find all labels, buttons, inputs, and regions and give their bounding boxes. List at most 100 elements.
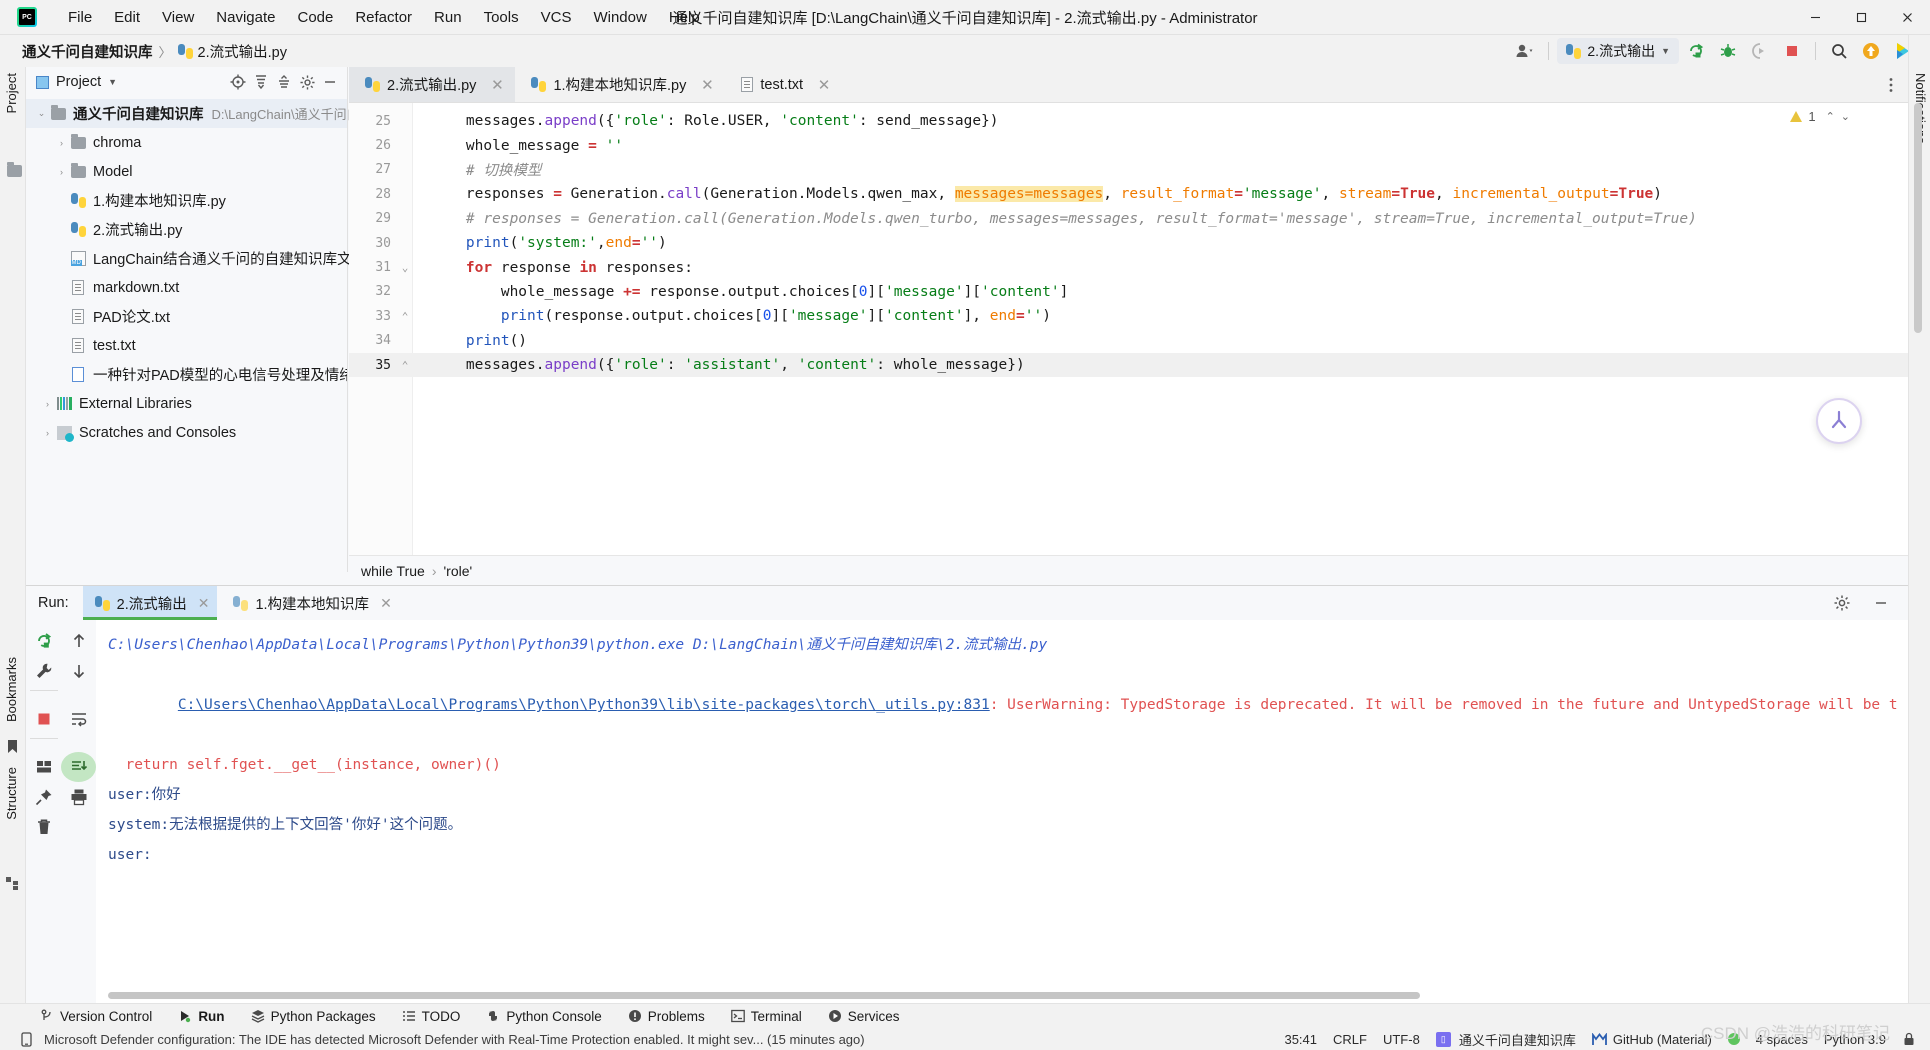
settings-wrench-icon[interactable] <box>26 656 61 686</box>
tree-node-langchain-md[interactable]: LangChain结合通义千问的自建知识库文档.md <box>26 244 390 273</box>
menu-vcs[interactable]: VCS <box>530 5 583 30</box>
chevron-down-icon[interactable]: ⌄ <box>1841 110 1850 123</box>
chevron-right-icon[interactable]: › <box>40 399 55 409</box>
close-icon[interactable]: ✕ <box>699 76 715 94</box>
bottombar-version-control[interactable]: Version Control <box>36 1007 156 1026</box>
print-icon[interactable] <box>61 782 96 812</box>
close-button[interactable] <box>1884 0 1930 35</box>
hide-panel-icon[interactable] <box>1863 588 1898 618</box>
run-tab-stream-output[interactable]: 2.流式输出 ✕ <box>82 586 218 620</box>
breadcrumb-project[interactable]: 通义千问自建知识库 <box>22 41 153 62</box>
layout-icon[interactable] <box>26 752 61 782</box>
editor-vertical-scrollbar[interactable] <box>1912 103 1924 572</box>
menu-view[interactable]: View <box>151 5 205 30</box>
chevron-right-icon[interactable]: › <box>54 167 69 177</box>
line-separator[interactable]: CRLF <box>1333 1032 1367 1047</box>
tree-node-test-txt[interactable]: test.txt <box>26 331 347 360</box>
notification-icon[interactable] <box>20 1031 34 1047</box>
maximize-button[interactable] <box>1838 0 1884 35</box>
bottombar-python-console[interactable]: Python Console <box>482 1007 605 1026</box>
ai-assistant-orb-icon[interactable] <box>1816 398 1862 444</box>
status-message[interactable]: Microsoft Defender configuration: The ID… <box>44 1032 865 1047</box>
code-fold-icon[interactable]: ⌄ <box>399 261 411 274</box>
trash-icon[interactable] <box>26 812 61 842</box>
hide-panel-icon[interactable] <box>319 71 341 93</box>
chevron-right-icon[interactable]: › <box>40 428 55 438</box>
breadcrumb-role[interactable]: 'role' <box>443 563 472 579</box>
folder-icon[interactable] <box>7 162 22 177</box>
tree-node-model[interactable]: › Model <box>26 157 347 186</box>
menu-navigate[interactable]: Navigate <box>205 5 286 30</box>
collapse-all-icon[interactable] <box>273 71 295 93</box>
close-icon[interactable]: ✕ <box>489 76 505 94</box>
project-widget[interactable]: ▯ 通义千问自建知识库 <box>1435 1030 1576 1049</box>
tree-node-markdown-txt[interactable]: markdown.txt <box>26 273 347 302</box>
code-fold-icon[interactable]: ⌃ <box>399 359 411 372</box>
breadcrumb-file[interactable]: 2.流式输出.py <box>198 41 287 62</box>
editor-tab-build-kb[interactable]: 1.构建本地知识库.py ✕ <box>515 67 725 102</box>
code-editor[interactable]: 25 messages.append({'role': Role.USER, '… <box>349 103 1908 572</box>
bottombar-problems[interactable]: Problems <box>624 1007 709 1026</box>
close-icon[interactable]: ✕ <box>198 595 210 612</box>
vcs-widget[interactable]: GitHub (Material) <box>1591 1032 1712 1047</box>
stripe-project-button[interactable]: Project <box>4 73 19 113</box>
stripe-structure-button[interactable]: Structure <box>4 767 19 820</box>
status-indicator-icon[interactable] <box>1727 1033 1740 1045</box>
close-icon[interactable]: ✕ <box>816 76 832 94</box>
soft-wrap-icon[interactable] <box>61 704 96 734</box>
menu-run[interactable]: Run <box>423 5 473 30</box>
inspections-widget[interactable]: 1 ⌃ ⌄ <box>1790 109 1850 124</box>
chevron-down-icon[interactable]: ⌄ <box>34 108 49 119</box>
stripe-bookmarks-button[interactable]: Bookmarks <box>4 657 19 722</box>
expand-all-icon[interactable] <box>250 71 272 93</box>
minimize-button[interactable] <box>1792 0 1838 35</box>
debug-icon[interactable] <box>1713 38 1743 64</box>
scroll-to-end-icon[interactable] <box>61 752 96 782</box>
updates-icon[interactable] <box>1856 38 1886 64</box>
tree-node-pad-paper-txt[interactable]: PAD论文.txt <box>26 302 347 331</box>
tree-node-stream-output-py[interactable]: 2.流式输出.py <box>26 215 347 244</box>
bottombar-services[interactable]: Services <box>824 1007 904 1026</box>
code-line[interactable]: 28 responses = Generation.call(Generatio… <box>349 182 1908 206</box>
console-link[interactable]: C:\Users\Chenhao\AppData\Local\Programs\… <box>178 697 990 713</box>
settings-icon[interactable] <box>296 71 318 93</box>
editor-tab-test-txt[interactable]: test.txt ✕ <box>725 67 842 102</box>
menu-refactor[interactable]: Refactor <box>344 5 423 30</box>
locate-icon[interactable] <box>227 71 249 93</box>
lock-icon[interactable] <box>1902 1032 1916 1046</box>
menu-code[interactable]: Code <box>286 5 344 30</box>
scroll-up-icon[interactable] <box>61 626 96 656</box>
editor-tabs-overflow[interactable] <box>1882 67 1908 102</box>
user-avatar-icon[interactable] <box>1510 38 1540 64</box>
code-line[interactable]: 30 print('system:',end='') <box>349 231 1908 255</box>
tree-node-project-root[interactable]: ⌄ 通义千问自建知识库 D:\LangChain\通义千问自建知 <box>26 99 386 128</box>
run-tab-build-kb[interactable]: 1.构建本地知识库 ✕ <box>221 586 399 620</box>
bottombar-run[interactable]: Run <box>174 1007 228 1026</box>
code-fold-icon[interactable]: ⌃ <box>399 310 411 323</box>
coverage-icon[interactable] <box>1745 38 1775 64</box>
stop-icon[interactable] <box>1777 38 1807 64</box>
run-configuration-selector[interactable]: 2.流式输出 ▼ <box>1557 38 1679 64</box>
file-encoding[interactable]: UTF-8 <box>1383 1032 1420 1047</box>
code-line[interactable]: 25 messages.append({'role': Role.USER, '… <box>349 109 1908 133</box>
tree-node-scratches[interactable]: › Scratches and Consoles <box>26 418 347 447</box>
console-horizontal-scrollbar[interactable] <box>108 992 1748 999</box>
code-line[interactable]: 34 print() <box>349 329 1908 353</box>
menu-help[interactable]: Help <box>658 5 711 30</box>
tree-node-build-kb-py[interactable]: 1.构建本地知识库.py <box>26 186 347 215</box>
search-everywhere-icon[interactable] <box>1824 38 1854 64</box>
menu-tools[interactable]: Tools <box>473 5 530 30</box>
code-line[interactable]: 29 # responses = Generation.call(Generat… <box>349 207 1908 231</box>
bottombar-python-packages[interactable]: Python Packages <box>247 1007 380 1026</box>
chevron-right-icon[interactable]: › <box>54 138 69 148</box>
editor-tab-stream-output[interactable]: 2.流式输出.py ✕ <box>349 67 516 102</box>
menu-file[interactable]: File <box>57 5 103 30</box>
tree-node-pad-pdf[interactable]: 一种针对PAD模型的心电信号处理及情绪识别方 <box>26 360 347 389</box>
close-icon[interactable]: ✕ <box>380 595 392 612</box>
stop-icon[interactable] <box>26 704 61 734</box>
rerun-icon[interactable] <box>26 626 61 656</box>
scroll-down-icon[interactable] <box>61 656 96 686</box>
rerun-icon[interactable] <box>1681 38 1711 64</box>
code-line[interactable]: 27 # 切换模型 <box>349 158 1908 182</box>
bottombar-terminal[interactable]: Terminal <box>727 1007 806 1026</box>
